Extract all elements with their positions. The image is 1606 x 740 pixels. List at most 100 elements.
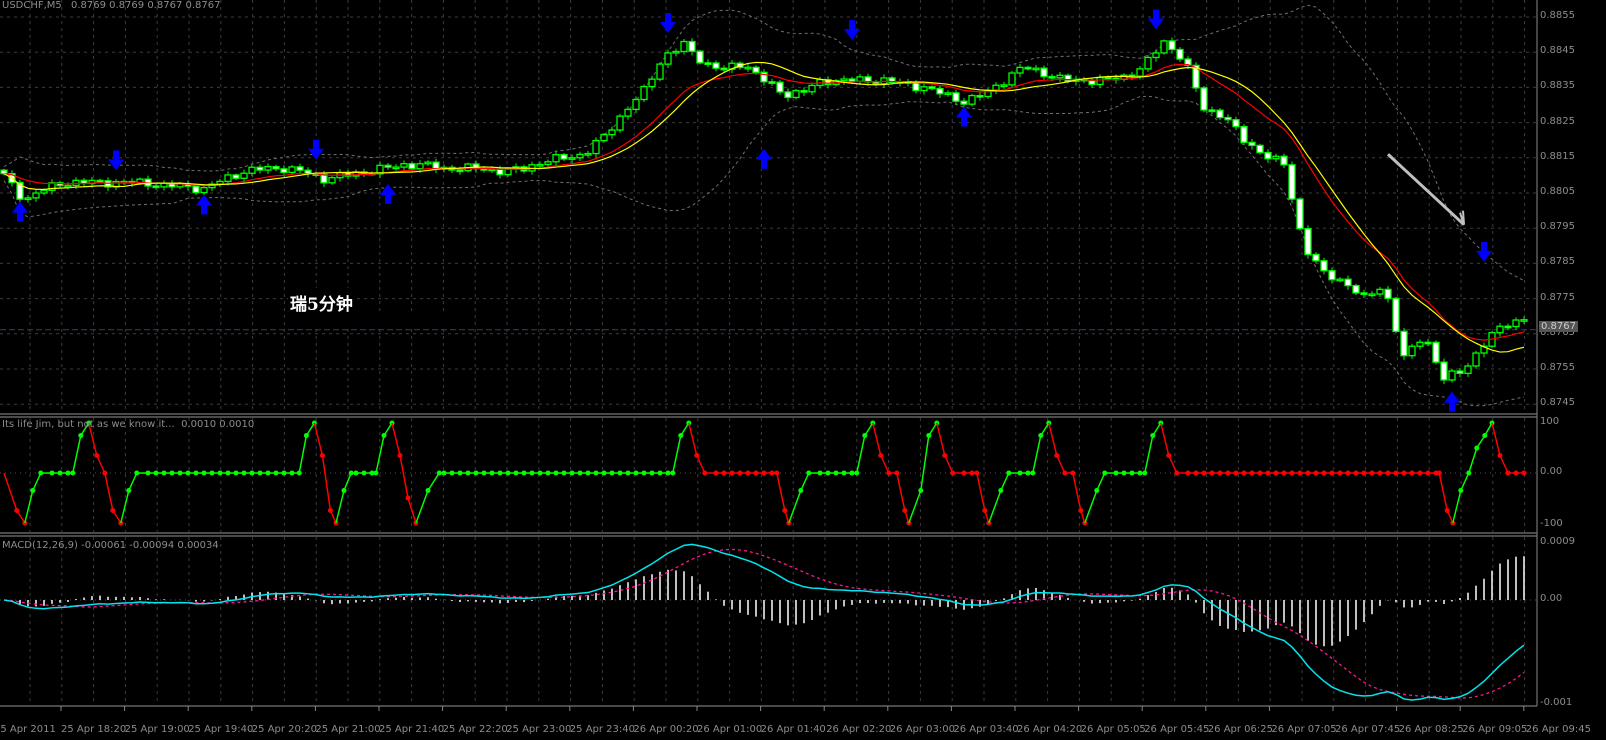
bearish-candle xyxy=(232,174,240,179)
bearish-candle xyxy=(456,169,464,173)
stoch-point xyxy=(969,470,975,476)
stoch-point xyxy=(145,470,151,476)
stoch-point xyxy=(1361,470,1367,476)
stoch-line-segment xyxy=(1468,447,1478,474)
bullish-candle xyxy=(592,139,600,155)
time-axis-label: 26 Apr 09:45 xyxy=(1525,724,1591,735)
bullish-candle xyxy=(392,166,400,170)
stoch-point xyxy=(537,470,543,476)
buy-arrow-icon xyxy=(1444,391,1460,412)
bearish-candle xyxy=(1392,297,1400,332)
stoch-line-segment xyxy=(788,490,802,524)
stoch-line-segment xyxy=(335,490,345,524)
stoch-point xyxy=(1425,470,1431,476)
stoch-point xyxy=(737,470,743,476)
bearish-candle xyxy=(1440,361,1448,381)
time-axis-label: 26 Apr 07:45 xyxy=(1335,724,1401,735)
bearish-candle xyxy=(152,185,160,189)
time-axis-label: 26 Apr 05:05 xyxy=(1080,724,1146,735)
stoch-point xyxy=(1409,470,1415,476)
time-axis-label: 26 Apr 03:00 xyxy=(889,724,955,735)
bullish-candle xyxy=(1416,341,1424,347)
bullish-candle xyxy=(1408,345,1416,357)
stoch-line-segment xyxy=(1000,472,1010,491)
bearish-candle xyxy=(800,89,808,93)
bearish-candle xyxy=(1200,87,1208,111)
bullish-candle xyxy=(840,78,848,82)
stoch-point xyxy=(1289,470,1295,476)
bearish-candle xyxy=(912,82,920,92)
bullish-candle xyxy=(680,40,688,53)
stoch-point xyxy=(473,470,479,476)
time-axis-label: 25 Apr 21:40 xyxy=(379,724,445,735)
stoch-point xyxy=(577,470,583,476)
bullish-candle xyxy=(40,189,48,194)
stoch-point xyxy=(649,470,655,476)
stoch-point xyxy=(1433,470,1439,476)
bullish-candle xyxy=(1144,56,1152,70)
stoch-line-segment xyxy=(1160,422,1170,456)
bearish-candle xyxy=(1040,67,1048,78)
stoch-point xyxy=(257,470,263,476)
bearish-candle xyxy=(712,62,720,69)
bullish-candle xyxy=(216,180,224,185)
bearish-candle xyxy=(952,92,960,102)
stoch-point xyxy=(513,470,519,476)
bearish-candle xyxy=(1064,74,1072,82)
stoch-point xyxy=(217,470,223,476)
bearish-candle xyxy=(1232,119,1240,128)
bullish-candle xyxy=(968,94,976,105)
bullish-candle xyxy=(1368,293,1376,297)
bullish-candle xyxy=(1016,66,1024,74)
bearish-candle xyxy=(1240,125,1248,143)
bullish-candle xyxy=(568,157,576,160)
stoch-line-segment xyxy=(988,490,1002,524)
bearish-candle xyxy=(752,66,760,73)
price-axis-label: 0.8855 xyxy=(1540,10,1575,21)
stoch-point xyxy=(1193,470,1199,476)
time-axis-label: 26 Apr 05:45 xyxy=(1144,724,1210,735)
bearish-candle xyxy=(1248,141,1256,147)
stoch-point xyxy=(497,470,503,476)
chart-canvas[interactable] xyxy=(0,0,1606,740)
bullish-candle xyxy=(672,50,680,54)
bullish-candle xyxy=(264,165,272,171)
stoch-axis-max: 100 xyxy=(1540,416,1560,427)
time-axis-label: 25 Apr 19:00 xyxy=(124,724,190,735)
stoch-point xyxy=(1401,470,1407,476)
bearish-candle xyxy=(1360,292,1368,296)
time-axis-label: 26 Apr 08:25 xyxy=(1398,724,1464,735)
stoch-point xyxy=(1297,470,1303,476)
stoch-point xyxy=(241,470,247,476)
bullish-candle xyxy=(288,166,296,174)
bearish-candle xyxy=(960,100,968,105)
bearish-candle xyxy=(688,40,696,52)
stoch-point xyxy=(49,470,55,476)
bearish-candle xyxy=(296,166,304,171)
price-axis-label: 0.8785 xyxy=(1540,256,1575,268)
stoch-line-segment xyxy=(920,435,930,491)
time-axis-label: 26 Apr 07:05 xyxy=(1271,724,1337,735)
sell-arrow-icon xyxy=(1148,9,1164,30)
stoch-point xyxy=(1265,470,1271,476)
stoch-point xyxy=(505,470,511,476)
trend-line xyxy=(1386,153,1466,226)
bullish-candle xyxy=(1056,74,1064,79)
sell-arrow-icon xyxy=(660,13,676,34)
stoch-point xyxy=(1353,470,1359,476)
bullish-candle xyxy=(416,163,424,170)
stoch-point xyxy=(1025,470,1031,476)
bullish-candle xyxy=(992,84,1000,91)
time-axis-label: 25 Apr 2011 xyxy=(0,724,56,735)
stoch-line-segment xyxy=(1032,435,1042,474)
stoch-point xyxy=(745,470,751,476)
bollinger-upper-band xyxy=(3,4,1525,282)
stoch-line-segment xyxy=(1438,472,1448,511)
stoch-line-segment xyxy=(672,435,682,474)
stoch-point xyxy=(713,470,719,476)
price-axis-label: 0.8795 xyxy=(1540,221,1575,233)
stoch-point xyxy=(657,470,663,476)
bearish-candle xyxy=(1352,284,1360,294)
stoch-point xyxy=(361,470,367,476)
bearish-candle xyxy=(0,169,8,175)
